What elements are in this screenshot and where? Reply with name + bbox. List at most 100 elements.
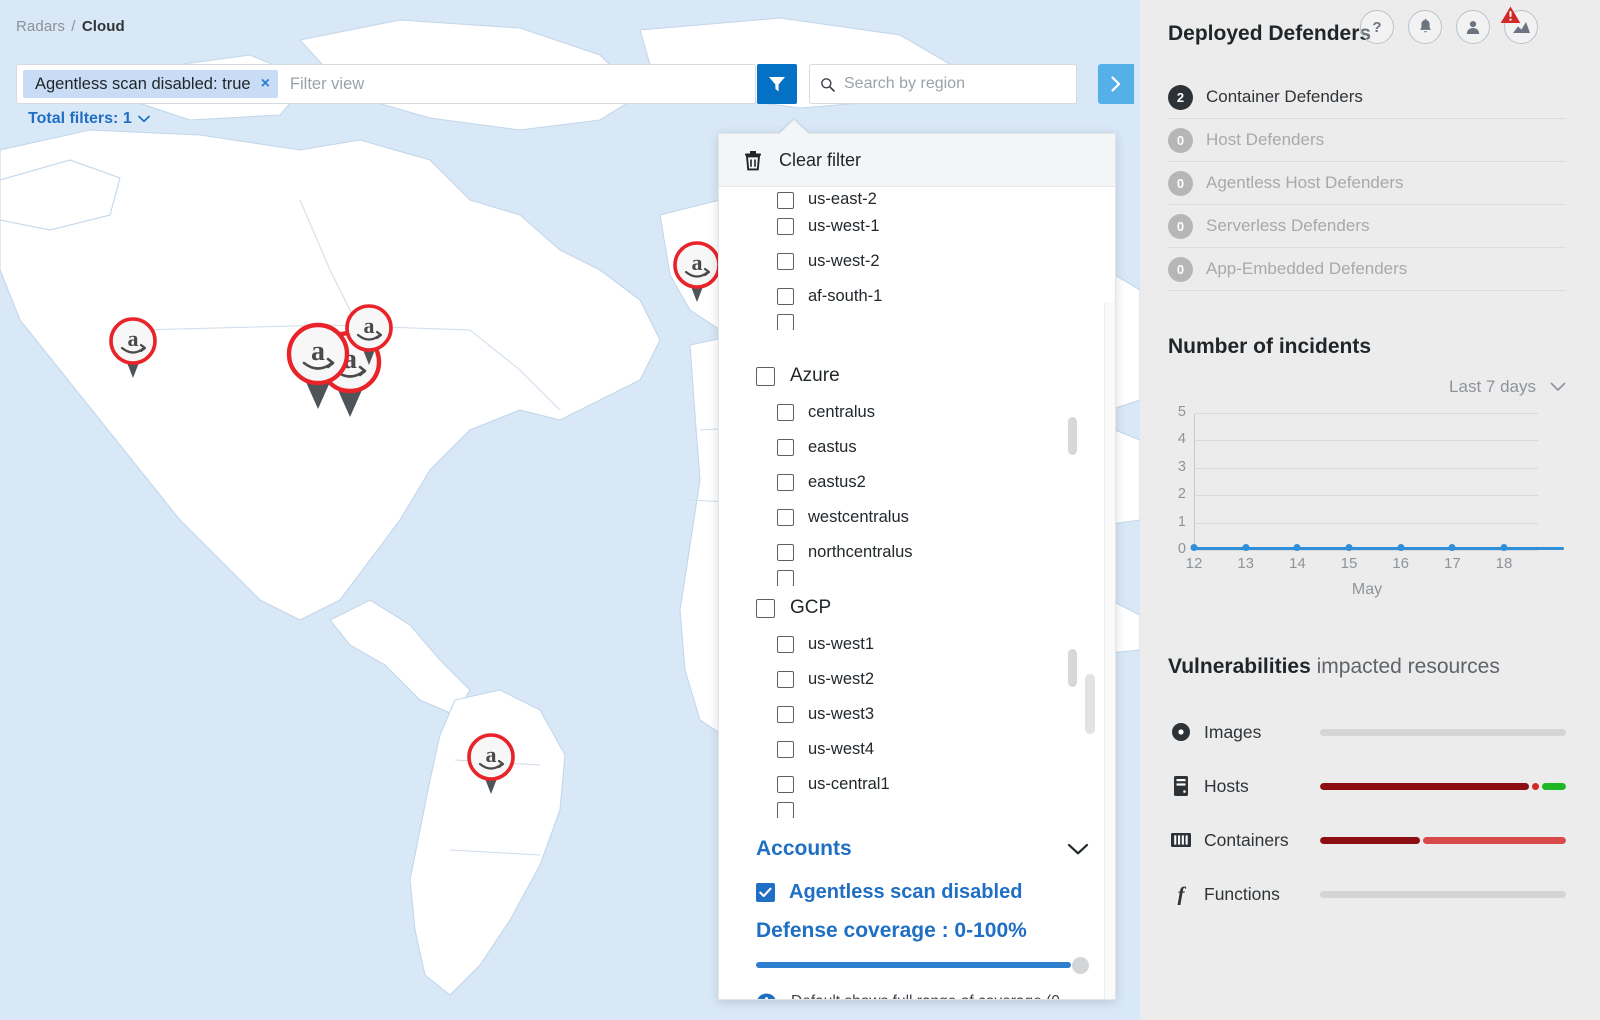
chart-point[interactable] [1345,544,1353,551]
region-label: us-west2 [808,670,875,688]
region-checkbox[interactable] [777,218,794,235]
provider-row-azure[interactable]: Azure [719,357,1115,395]
chart-point[interactable] [1397,544,1405,551]
chevron-right-icon [1111,76,1121,92]
agentless-scan-disabled-checkbox-row[interactable]: Agentless scan disabled [719,871,1115,913]
chart-point[interactable] [1448,544,1456,551]
next-panel-button[interactable] [1098,64,1134,104]
region-checkbox[interactable] [777,802,794,818]
region-row[interactable]: us-west2 [719,662,1115,697]
region-row[interactable]: us-east-2 [719,187,1115,209]
region-checkbox[interactable] [777,776,794,793]
notifications-bell-icon[interactable] [1408,10,1442,44]
vuln-row-hosts[interactable]: Hosts [1168,759,1566,813]
region-label: us-west-2 [808,252,880,270]
region-row[interactable]: us-west3 [719,697,1115,732]
filter-panel-scrollbar-thumb[interactable] [1085,674,1095,734]
slider-knob-max[interactable] [1072,957,1089,974]
defense-coverage-slider[interactable] [756,957,1089,974]
region-row[interactable]: us-west1 [719,627,1115,662]
region-checkbox[interactable] [777,474,794,491]
defender-count-badge: 0 [1168,213,1193,239]
region-checkbox[interactable] [777,636,794,653]
time-range-selector[interactable]: Last 7 days [1168,377,1566,397]
vuln-row-containers[interactable]: Containers [1168,813,1566,867]
check-icon [759,887,772,897]
filter-chip-remove-icon[interactable]: × [261,75,270,93]
region-row[interactable]: eastus [719,430,1115,465]
region-checkbox[interactable] [777,570,794,586]
region-row-partial[interactable] [719,570,1115,586]
chart-point[interactable] [1500,544,1508,551]
chart-point[interactable] [1242,544,1250,551]
vuln-bar-segment [1422,836,1566,844]
provider-group-gcp[interactable]: us-west1 us-west2 us-west3 us-west4 us-c… [719,627,1115,823]
filter-view-input[interactable] [277,68,749,100]
region-checkbox[interactable] [777,288,794,305]
region-row[interactable]: us-central1 [719,767,1115,802]
region-checkbox[interactable] [777,404,794,421]
search-by-region-input[interactable] [844,75,1066,93]
region-checkbox[interactable] [777,314,794,330]
defender-row-host[interactable]: 0 Host Defenders [1168,119,1566,162]
total-filters-toggle[interactable]: Total filters: 1 [28,110,150,128]
help-icon[interactable]: ? [1360,10,1394,44]
agentless-scan-checkbox[interactable] [756,882,775,902]
defender-row-serverless[interactable]: 0 Serverless Defenders [1168,205,1566,248]
user-account-icon[interactable] [1456,10,1490,44]
region-checkbox[interactable] [777,706,794,723]
provider-group-azure[interactable]: centralus eastus eastus2 westcentralus n… [719,395,1115,589]
region-row[interactable]: af-south-1 [719,279,1115,314]
vulnerabilities-list: Images Hosts Containers f Functions [1168,705,1566,921]
region-checkbox[interactable] [777,509,794,526]
region-checkbox[interactable] [777,544,794,561]
provider-group-aws[interactable]: us-east-2 us-west-1 us-west-2 af-south-1 [719,187,1115,357]
chart-point[interactable] [1293,544,1301,551]
filter-chip-agentless-scan-disabled[interactable]: Agentless scan disabled: true × [23,70,278,98]
filter-view-bar[interactable]: Agentless scan disabled: true × [16,64,756,104]
vuln-row-images[interactable]: Images [1168,705,1566,759]
clear-filter-button[interactable]: Clear filter [719,134,1115,187]
region-checkbox[interactable] [777,253,794,270]
defender-row-app-embedded[interactable]: 0 App-Embedded Defenders [1168,248,1566,291]
region-row-partial[interactable] [719,314,1115,330]
right-sidebar: Deployed Defenders 2 Container Defenders… [1140,0,1600,1020]
region-checkbox[interactable] [777,439,794,456]
defender-row-agentless-host[interactable]: 0 Agentless Host Defenders [1168,162,1566,205]
slider-track[interactable] [756,962,1071,968]
cloud-radar-page: a a [0,0,1600,1020]
accounts-section-header[interactable]: Accounts [719,827,1115,871]
vulnerabilities-title-bold: Vulnerabilities [1168,655,1311,678]
region-checkbox[interactable] [777,671,794,688]
region-row[interactable]: centralus [719,395,1115,430]
provider-row-gcp[interactable]: GCP [719,589,1115,627]
chart-y-tick: 5 [1177,404,1186,420]
region-checkbox[interactable] [777,192,794,209]
azure-list-scrollbar-thumb[interactable] [1068,417,1077,455]
region-row[interactable]: northcentralus [719,535,1115,570]
region-row[interactable]: westcentralus [719,500,1115,535]
filter-panel-scrollbar-track[interactable] [1104,302,1115,999]
region-checkbox[interactable] [777,741,794,758]
breadcrumb-root[interactable]: Radars [16,18,65,35]
defender-row-container[interactable]: 2 Container Defenders [1168,76,1566,119]
reports-alert-icon[interactable] [1500,6,1538,44]
chevron-down-icon[interactable] [1067,843,1089,856]
region-row[interactable]: us-west-1 [719,209,1115,244]
filter-chip-label: Agentless scan disabled: true [35,74,251,93]
region-row-partial[interactable] [719,802,1115,818]
region-row[interactable]: eastus2 [719,465,1115,500]
provider-checkbox[interactable] [756,366,775,386]
vuln-row-functions[interactable]: f Functions [1168,867,1566,921]
region-search-box[interactable] [809,64,1077,104]
search-icon [821,77,835,92]
filter-dropdown-panel[interactable]: Clear filter us-east-2 us-west-1 us-west… [718,133,1116,1000]
region-row[interactable]: us-west-2 [719,244,1115,279]
defender-count-badge: 0 [1168,170,1193,196]
provider-checkbox[interactable] [756,598,775,618]
filter-funnel-button[interactable] [757,64,797,104]
defender-count-badge: 0 [1168,256,1193,282]
gcp-list-scrollbar-thumb[interactable] [1068,649,1077,687]
chart-point[interactable] [1190,544,1198,551]
region-row[interactable]: us-west4 [719,732,1115,767]
